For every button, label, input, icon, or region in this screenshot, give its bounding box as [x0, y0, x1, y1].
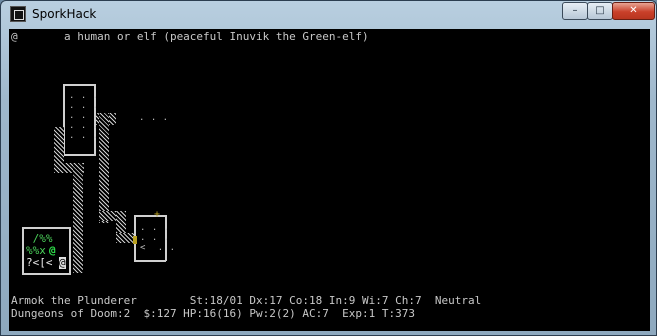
shop-wall-top	[22, 227, 70, 229]
status-line-1: Armok the Plunderer St:18/01 Dx:17 Co:18…	[11, 294, 482, 307]
shop-wall-left	[22, 227, 24, 275]
player-character: @	[59, 256, 66, 269]
status-line-2: Dungeons of Doom:2 $:127 HP:16(16) Pw:2(…	[11, 307, 415, 320]
shop-wall-right	[69, 227, 71, 275]
title-bar[interactable]: SporkHack – □ ✕	[1, 1, 656, 29]
room2-wall-bottom	[134, 260, 166, 262]
terminal-console[interactable]: @ a human or elf (peaceful Inuvik the Gr…	[9, 29, 650, 331]
app-window: SporkHack – □ ✕ @ a human or elf (peacef…	[0, 0, 657, 336]
room1-wall-top	[63, 84, 95, 86]
minimize-button[interactable]: –	[562, 2, 588, 20]
terminal-app-icon	[10, 6, 26, 22]
room1-wall-bottom	[63, 154, 95, 156]
door-glyph: +	[154, 209, 161, 220]
shop-wall-bottom	[22, 273, 70, 275]
room2-door	[133, 236, 137, 244]
room2-wall-top	[134, 215, 166, 217]
isolated-floor: . . .	[139, 113, 169, 123]
window-title: SporkHack	[32, 7, 97, 21]
shop-items-row3: ?<[<	[26, 256, 53, 269]
corridor	[99, 113, 109, 223]
corridor	[73, 163, 83, 273]
maximize-button[interactable]: □	[587, 2, 613, 20]
close-button[interactable]: ✕	[612, 2, 655, 20]
room2-floor: . . . . . . < . .	[140, 223, 176, 253]
dungeon-map: . . . . . . . . . . . . . . . . . . . + …	[9, 29, 650, 331]
